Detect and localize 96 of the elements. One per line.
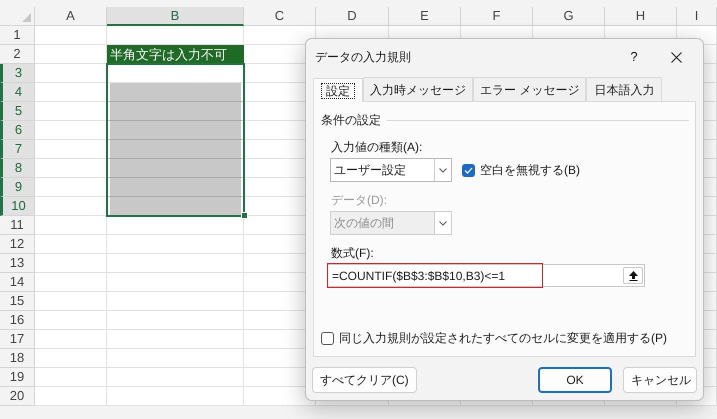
row-header[interactable]: 9 <box>0 178 35 197</box>
field-label: データ(D): <box>331 192 388 209</box>
table-cell[interactable] <box>107 64 244 83</box>
table-cell[interactable] <box>107 292 244 311</box>
dropdown[interactable]: ユーザー設定 <box>330 158 452 182</box>
dialog-button[interactable]: キャンセル <box>623 367 697 393</box>
column-header[interactable]: I <box>677 7 717 26</box>
table-cell[interactable]: 半角文字は入力不可 <box>107 45 244 64</box>
row-header[interactable]: 7 <box>0 140 35 159</box>
triangle-icon <box>22 13 31 22</box>
shaded-cell[interactable] <box>107 102 244 121</box>
chevron-down-icon <box>439 168 447 172</box>
table-cell[interactable] <box>35 330 107 349</box>
table-cell[interactable] <box>107 254 244 273</box>
column-header[interactable]: F <box>461 7 533 26</box>
dialog-button[interactable]: すべてクリア(C) <box>312 367 417 393</box>
help-button[interactable]: ? <box>619 45 649 69</box>
table-cell[interactable] <box>35 159 107 178</box>
column-header[interactable]: B <box>107 7 244 26</box>
row-header[interactable]: 19 <box>0 368 35 387</box>
table-cell[interactable] <box>35 197 107 216</box>
row-header[interactable]: 13 <box>0 254 35 273</box>
row-header[interactable]: 1 <box>0 26 35 45</box>
table-cell[interactable] <box>35 45 107 64</box>
column-header[interactable]: H <box>605 7 677 26</box>
table-cell[interactable] <box>35 311 107 330</box>
column-header[interactable]: D <box>316 7 389 26</box>
row-header[interactable]: 5 <box>0 102 35 121</box>
table-cell[interactable] <box>107 216 244 235</box>
table-cell[interactable] <box>107 311 244 330</box>
checkbox-label[interactable]: 空白を無視する(B) <box>480 161 580 179</box>
select-all-corner[interactable] <box>0 7 35 26</box>
shaded-cell[interactable] <box>107 178 244 197</box>
row-header[interactable]: 18 <box>0 349 35 368</box>
row-header[interactable]: 4 <box>0 83 35 102</box>
row-header[interactable]: 11 <box>0 216 35 235</box>
field-label: 入力値の種類(A): <box>331 139 424 156</box>
row-header[interactable]: 10 <box>0 197 35 216</box>
tab[interactable]: 日本語入力 <box>586 77 662 101</box>
table-cell[interactable] <box>35 254 107 273</box>
row-header[interactable]: 12 <box>0 235 35 254</box>
checkbox[interactable] <box>462 164 475 176</box>
row-header[interactable]: 2 <box>0 45 35 64</box>
table-cell[interactable] <box>107 330 244 349</box>
checkbox[interactable] <box>321 332 334 344</box>
table-cell[interactable] <box>107 387 244 406</box>
shaded-cell[interactable] <box>107 83 244 102</box>
column-header[interactable]: A <box>35 7 107 26</box>
table-cell[interactable] <box>107 349 244 368</box>
row-header[interactable]: 14 <box>0 273 35 292</box>
dialog-button[interactable]: OK <box>538 367 612 393</box>
row-header[interactable]: 17 <box>0 330 35 349</box>
table-cell[interactable] <box>35 216 107 235</box>
table-cell[interactable] <box>35 387 107 406</box>
table-cell[interactable] <box>244 26 316 45</box>
table-cell[interactable] <box>35 64 107 83</box>
table-cell[interactable] <box>35 102 107 121</box>
table-cell[interactable] <box>35 121 107 140</box>
table-cell[interactable] <box>35 140 107 159</box>
table-cell[interactable] <box>35 292 107 311</box>
table-cell[interactable] <box>244 387 316 406</box>
tab[interactable]: 設定 <box>313 78 363 102</box>
table-cell[interactable] <box>107 273 244 292</box>
column-header[interactable]: C <box>244 7 316 26</box>
close-icon <box>670 52 682 62</box>
shaded-cell[interactable] <box>107 140 244 159</box>
row-header[interactable]: 3 <box>0 64 35 83</box>
shaded-cell[interactable] <box>107 197 244 216</box>
field-label: 数式(F): <box>331 245 375 262</box>
table-cell[interactable] <box>35 83 107 102</box>
table-cell[interactable] <box>35 349 107 368</box>
check-icon <box>464 166 473 174</box>
table-cell[interactable] <box>35 26 107 45</box>
table-cell[interactable] <box>35 273 107 292</box>
tab[interactable]: 入力時メッセージ <box>363 77 473 101</box>
row-header[interactable]: 16 <box>0 311 35 330</box>
column-header[interactable]: G <box>533 7 605 26</box>
checkbox-label[interactable]: 同じ入力規則が設定されたすべてのセルに変更を適用する(P) <box>339 329 667 347</box>
table-cell[interactable] <box>35 235 107 254</box>
table-cell[interactable] <box>35 178 107 197</box>
table-cell[interactable] <box>107 368 244 387</box>
table-cell[interactable] <box>35 368 107 387</box>
shaded-cell[interactable] <box>107 121 244 140</box>
table-cell[interactable] <box>107 26 244 45</box>
chevron-down-icon <box>439 220 447 226</box>
tab[interactable]: エラー メッセージ <box>473 77 586 101</box>
row-header[interactable]: 8 <box>0 159 35 178</box>
row-header[interactable]: 6 <box>0 121 35 140</box>
fill-handle[interactable] <box>241 212 248 219</box>
table-cell[interactable] <box>107 235 244 254</box>
window-title: データの入力規則 <box>315 49 411 66</box>
group-title: 条件の設定 <box>321 112 381 129</box>
shaded-cell[interactable] <box>107 159 244 178</box>
row-header[interactable]: 20 <box>0 387 35 406</box>
row-header[interactable]: 15 <box>0 292 35 311</box>
column-header[interactable]: E <box>389 7 461 26</box>
